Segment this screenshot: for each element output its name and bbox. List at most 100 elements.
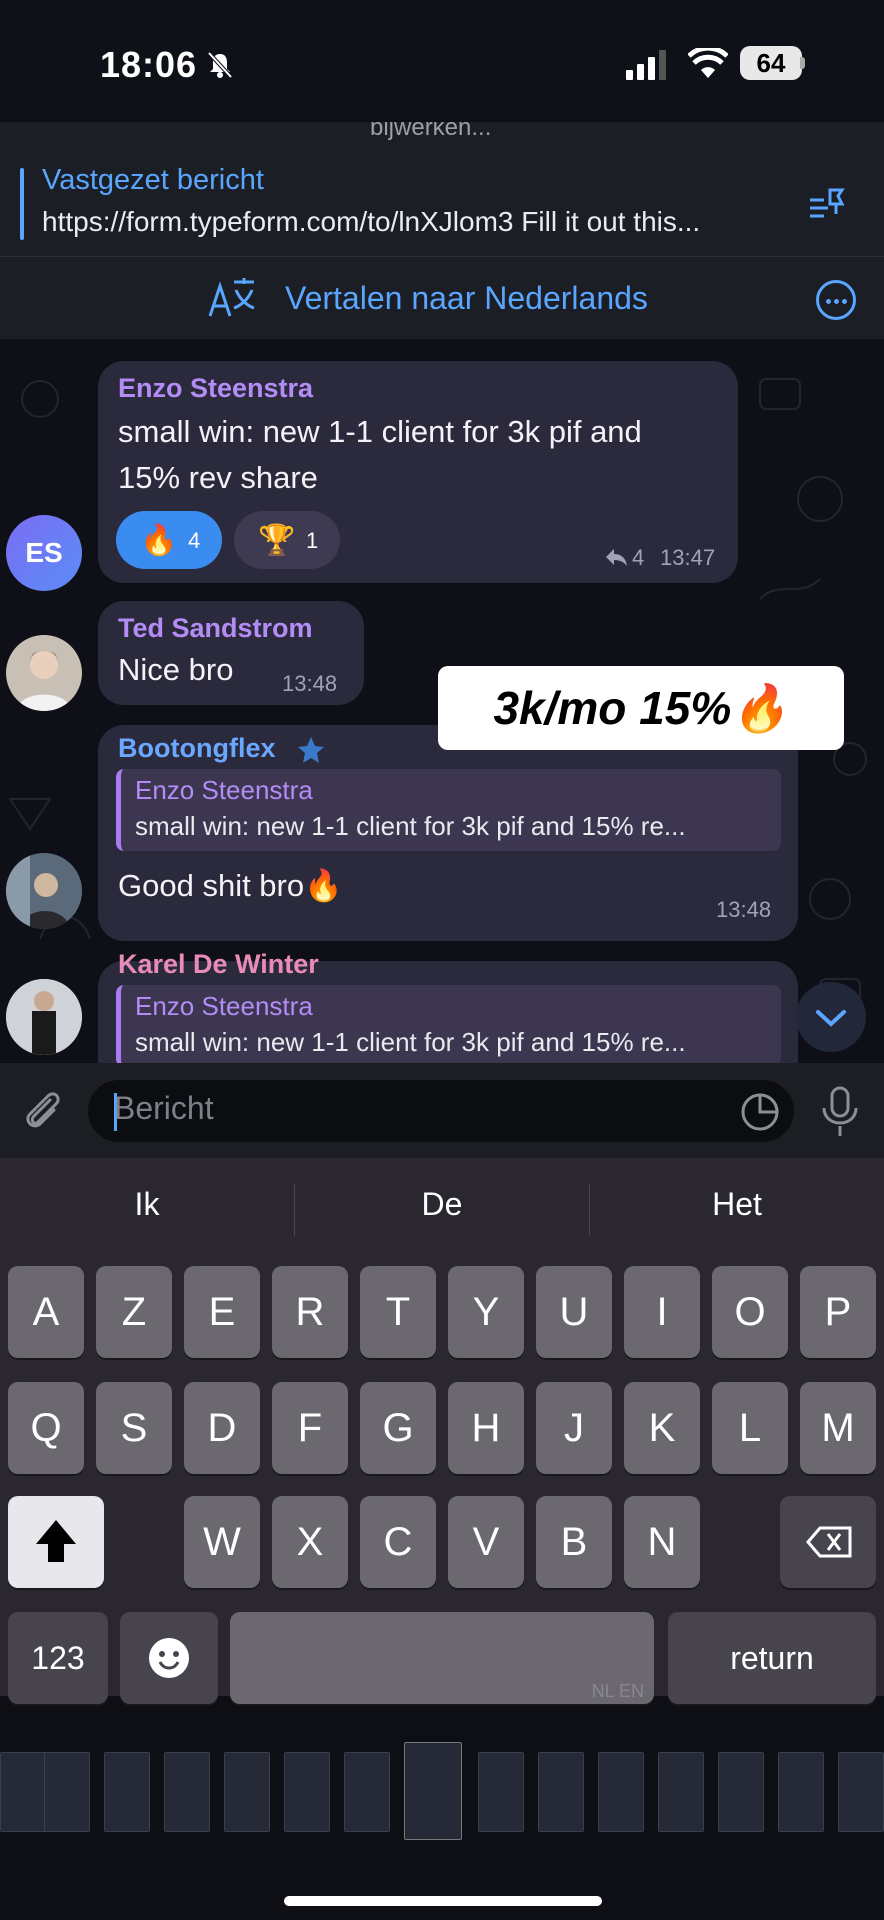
key[interactable]: M (800, 1382, 876, 1474)
home-indicator[interactable] (284, 1896, 602, 1906)
space-key[interactable]: NL EN (230, 1612, 654, 1704)
video-caption-overlay: 3k/mo 15%🔥 (438, 666, 844, 750)
reaction-fire[interactable]: 🔥 4 (116, 511, 222, 569)
reply-sender: Enzo Steenstra (135, 775, 313, 805)
key[interactable]: V (448, 1496, 524, 1588)
reaction-count: 4 (188, 528, 201, 553)
person-photo (6, 853, 82, 929)
key[interactable]: X (272, 1496, 348, 1588)
key[interactable]: W (184, 1496, 260, 1588)
pinned-text: https://form.typeform.com/to/lnXJlom3 Fi… (42, 206, 701, 237)
key[interactable]: S (96, 1382, 172, 1474)
reaction-count: 1 (306, 528, 319, 553)
suggestion-3[interactable]: Het (590, 1186, 884, 1223)
key[interactable]: Q (8, 1382, 84, 1474)
message-text: Good shit bro🔥 (118, 868, 343, 903)
message-text-line2: 15% rev share (118, 460, 318, 495)
reply-arrow-icon (606, 549, 627, 566)
thumbnail[interactable] (344, 1752, 390, 1832)
key[interactable]: N (624, 1496, 700, 1588)
reply-count[interactable]: 4 (632, 545, 644, 571)
backspace-icon (806, 1526, 852, 1558)
key[interactable]: H (448, 1382, 524, 1474)
key[interactable]: O (712, 1266, 788, 1358)
translate-icon (208, 278, 255, 317)
pin-list-icon[interactable] (808, 186, 852, 226)
reply-text: small win: new 1-1 client for 3k pif and… (135, 811, 686, 841)
thumbnail[interactable] (0, 1752, 46, 1832)
chevron-down-icon (816, 1010, 846, 1027)
message-time: 13:47 (660, 545, 716, 570)
thumbnail[interactable] (478, 1752, 524, 1832)
message-sender[interactable]: Enzo Steenstra (118, 373, 313, 404)
emoji-icon (149, 1638, 189, 1678)
scroll-down-button[interactable] (796, 982, 866, 1052)
suggestion-1[interactable]: Ik (0, 1186, 294, 1223)
thumbnail[interactable] (598, 1752, 644, 1832)
more-options-icon[interactable] (816, 280, 856, 320)
thumbnail[interactable] (104, 1752, 150, 1832)
thumbnail[interactable] (538, 1752, 584, 1832)
thumbnail[interactable] (778, 1752, 824, 1832)
suggestion-2[interactable]: De (295, 1186, 589, 1223)
battery-level: 64 (740, 46, 802, 80)
fire-emoji: 🔥 (140, 524, 178, 557)
thumbnail[interactable] (838, 1752, 884, 1832)
pinned-indicator (20, 168, 24, 240)
message-sender[interactable]: Ted Sandstrom (118, 613, 313, 644)
key[interactable]: B (536, 1496, 612, 1588)
thumbnail[interactable] (44, 1752, 90, 1832)
shift-arrow-icon (36, 1520, 76, 1562)
person-photo (6, 979, 82, 1055)
message-text-line1: small win: new 1-1 client for 3k pif and (118, 414, 642, 449)
avatar[interactable] (6, 635, 82, 711)
key[interactable]: U (536, 1266, 612, 1358)
reaction-trophy[interactable]: 🏆 1 (234, 511, 340, 569)
sticker-icon[interactable] (740, 1092, 780, 1132)
key[interactable]: C (360, 1496, 436, 1588)
emoji-key[interactable] (120, 1612, 218, 1704)
avatar[interactable]: ES (6, 515, 82, 591)
star-icon (298, 737, 324, 763)
thumbnail[interactable] (224, 1752, 270, 1832)
reply-quote[interactable]: Enzo Steenstra small win: new 1-1 client… (116, 985, 781, 1063)
microphone-icon[interactable] (818, 1084, 862, 1138)
key[interactable]: L (712, 1382, 788, 1474)
key[interactable]: D (184, 1382, 260, 1474)
attachment-icon[interactable] (20, 1088, 66, 1134)
key[interactable]: E (184, 1266, 260, 1358)
thumbnail[interactable] (164, 1752, 210, 1832)
key[interactable]: R (272, 1266, 348, 1358)
key[interactable]: F (272, 1382, 348, 1474)
reply-quote[interactable]: Enzo Steenstra small win: new 1-1 client… (116, 769, 781, 851)
wifi-icon (688, 48, 728, 78)
return-key[interactable]: return (668, 1612, 876, 1704)
shift-key[interactable] (8, 1496, 104, 1588)
key[interactable]: P (800, 1266, 876, 1358)
key[interactable]: A (8, 1266, 84, 1358)
key[interactable]: K (624, 1382, 700, 1474)
message-text: Nice bro (118, 652, 234, 687)
key[interactable]: I (624, 1266, 700, 1358)
header-strip: bijwerken... (0, 122, 884, 152)
translate-label: Vertalen naar Nederlands (285, 280, 648, 316)
avatar-initials: ES (25, 537, 63, 568)
key[interactable]: J (536, 1382, 612, 1474)
thumbnail[interactable] (658, 1752, 704, 1832)
message-sender[interactable]: Bootongflex (118, 733, 275, 764)
language-label: NL EN (591, 1681, 644, 1701)
avatar[interactable] (6, 853, 82, 929)
thumbnail[interactable] (284, 1752, 330, 1832)
thumbnail-current[interactable] (404, 1742, 462, 1840)
backspace-key[interactable] (780, 1496, 876, 1588)
avatar[interactable] (6, 979, 82, 1055)
message-sender[interactable]: Karel De Winter (118, 949, 319, 980)
key[interactable]: Z (96, 1266, 172, 1358)
numbers-key[interactable]: 123 (8, 1612, 108, 1704)
key[interactable]: Y (448, 1266, 524, 1358)
key[interactable]: G (360, 1382, 436, 1474)
thumbnail[interactable] (718, 1752, 764, 1832)
key[interactable]: T (360, 1266, 436, 1358)
person-photo (16, 650, 72, 711)
message-time: 13:48 (282, 671, 338, 696)
